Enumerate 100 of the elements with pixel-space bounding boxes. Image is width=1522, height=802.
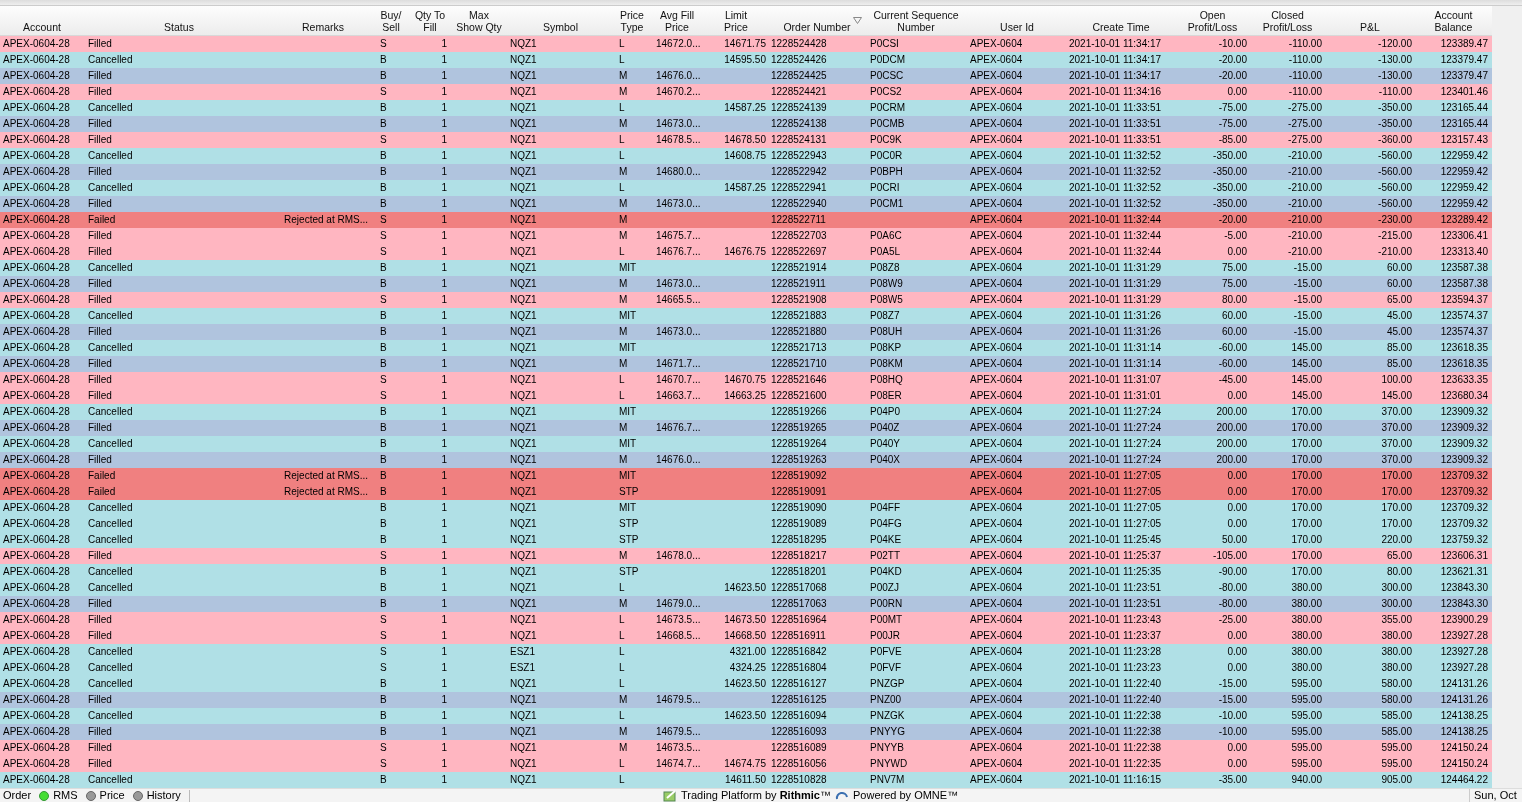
table-cell-text: -210.00 <box>1287 165 1323 179</box>
column-header[interactable]: Account Balance <box>1415 6 1492 35</box>
table-row[interactable]: APEX-0604-28 Cancelled B 1 NQZ1 L 14587.25 1228524139 P0CRM APEX-0604 2021-10-01 11:33:51 -75.00 -275.00 -350.00 123165.44 <box>0 100 1492 116</box>
table-cell-text: 14673.0... <box>655 117 702 131</box>
table-row[interactable]: APEX-0604-28 Cancelled B 1 NQZ1 STP 1228519089 P04FG APEX-0604 2021-10-01 11:27:05 0.00 170.00 170.00 123709.32 <box>0 516 1492 532</box>
table-cell-text: APEX-0604-28 <box>2 645 71 659</box>
table-cell-text: 1 <box>440 661 448 675</box>
table-cell-text: 380.00 <box>1380 629 1413 643</box>
table-row[interactable]: APEX-0604-28 Failed Rejected at RMS... S 1 NQZ1 M 1228522711 APEX-0604 2021-10-01 11:32:44 -20.00 -210.00 -230.00 123289.42 <box>0 212 1492 228</box>
table-row[interactable]: APEX-0604-28 Filled S 1 NQZ1 L 14673.5... 14673.50 1228516964 P00MT APEX-0604 2021-10-01 11:23:43 -25.00 380.00 355.00 123900.29 <box>0 612 1492 628</box>
column-header[interactable]: Create Time <box>1067 6 1175 35</box>
table-row[interactable]: APEX-0604-28 Cancelled B 1 NQZ1 MIT 1228519264 P040Y APEX-0604 2021-10-01 11:27:24 200.00 170.00 370.00 123909.32 <box>0 436 1492 452</box>
table-row[interactable]: APEX-0604-28 Filled B 1 NQZ1 M 14673.0... 1228521880 P08UH APEX-0604 2021-10-01 11:31:26 60.00 -15.00 45.00 123574.37 <box>0 324 1492 340</box>
column-header[interactable]: Symbol <box>508 6 613 35</box>
table-row[interactable]: APEX-0604-28 Filled B 1 NQZ1 M 14676.7... 1228519265 P040Z APEX-0604 2021-10-01 11:27:24 200.00 170.00 370.00 123909.32 <box>0 420 1492 436</box>
table-row[interactable]: APEX-0604-28 Cancelled B 1 NQZ1 L 14623.50 1228516094 PNZGK APEX-0604 2021-10-01 11:22:38 -10.00 595.00 585.00 124138.25 <box>0 708 1492 724</box>
table-cell-text: 14674.75 <box>723 757 767 771</box>
table-cell-text: -120.00 <box>1377 37 1413 51</box>
table-cell-text: APEX-0604 <box>969 437 1024 451</box>
table-row[interactable]: APEX-0604-28 Filled B 1 NQZ1 M 14679.5... 1228516093 PNYYG APEX-0604 2021-10-01 11:22:38 -10.00 595.00 585.00 124138.25 <box>0 724 1492 740</box>
table-cell-text: Cancelled <box>87 261 134 275</box>
table-cell-text: 2021-10-01 11:34:17 <box>1068 53 1163 67</box>
table-row[interactable]: APEX-0604-28 Cancelled B 1 NQZ1 L 14587.25 1228522941 P0CRI APEX-0604 2021-10-01 11:32:52 -350.00 -210.00 -560.00 122959.42 <box>0 180 1492 196</box>
table-row[interactable]: APEX-0604-28 Cancelled B 1 NQZ1 MIT 1228521713 P08KP APEX-0604 2021-10-01 11:31:14 -60.00 145.00 85.00 123618.35 <box>0 340 1492 356</box>
table-row[interactable]: APEX-0604-28 Cancelled B 1 NQZ1 MIT 1228519266 P04P0 APEX-0604 2021-10-01 11:27:24 200.00 170.00 370.00 123909.32 <box>0 404 1492 420</box>
table-row[interactable]: APEX-0604-28 Filled S 1 NQZ1 M 14675.7... 1228522703 P0A6C APEX-0604 2021-10-01 11:32:44 -5.00 -210.00 -215.00 123306.41 <box>0 228 1492 244</box>
table-cell-text: Cancelled <box>87 645 134 659</box>
table-cell-text: NQZ1 <box>509 85 538 99</box>
column-header[interactable]: Qty To Fill <box>410 6 450 35</box>
table-row[interactable]: APEX-0604-28 Cancelled B 1 NQZ1 L 14608.75 1228522943 P0C0R APEX-0604 2021-10-01 11:32:52 -350.00 -210.00 -560.00 122959.42 <box>0 148 1492 164</box>
table-cell-text: L <box>618 581 626 595</box>
column-header[interactable]: Max Show Qty <box>450 6 508 35</box>
table-row[interactable]: APEX-0604-28 Cancelled B 1 NQZ1 L 14595.50 1228524426 P0DCM APEX-0604 2021-10-01 11:34:17 -20.00 -110.00 -130.00 123379.47 <box>0 52 1492 68</box>
table-row[interactable]: APEX-0604-28 Filled S 1 NQZ1 M 14673.5... 1228516089 PNYYB APEX-0604 2021-10-01 11:22:38 0.00 595.00 595.00 124150.24 <box>0 740 1492 756</box>
table-row[interactable]: APEX-0604-28 Filled S 1 NQZ1 L 14672.0... 14671.75 1228524428 P0CSI APEX-0604 2021-10-01 11:34:17 -10.00 -110.00 -120.00 123389.47 <box>0 36 1492 52</box>
table-row[interactable]: APEX-0604-28 Filled S 1 NQZ1 L 14663.7... 14663.25 1228521600 P08ER APEX-0604 2021-10-01 11:31:01 0.00 145.00 145.00 123680.34 <box>0 388 1492 404</box>
table-row[interactable]: APEX-0604-28 Filled S 1 NQZ1 M 14678.0... 1228518217 P02TT APEX-0604 2021-10-01 11:25:37 -105.00 170.00 65.00 123606.31 <box>0 548 1492 564</box>
table-cell-text: S <box>379 645 388 659</box>
table-row[interactable]: APEX-0604-28 Cancelled B 1 NQZ1 L 14611.50 1228510828 PNV7M APEX-0604 2021-10-01 11:16:15 -35.00 940.00 905.00 124464.22 <box>0 772 1492 788</box>
table-cell-text: 123401.46 <box>1439 85 1489 99</box>
table-cell-text: 123909.32 <box>1439 405 1489 419</box>
table-cell-text: 1228519090 <box>770 501 828 515</box>
table-row[interactable]: APEX-0604-28 Cancelled B 1 NQZ1 STP 1228518201 P04KD APEX-0604 2021-10-01 11:25:35 -90.00 170.00 80.00 123621.31 <box>0 564 1492 580</box>
table-row[interactable]: APEX-0604-28 Filled B 1 NQZ1 M 14673.0... 1228521911 P08W9 APEX-0604 2021-10-01 11:31:29 75.00 -15.00 60.00 123587.38 <box>0 276 1492 292</box>
table-cell-text: -20.00 <box>1217 213 1248 227</box>
column-header[interactable]: Account <box>0 6 84 35</box>
table-row[interactable]: APEX-0604-28 Filled B 1 NQZ1 M 14671.7... 1228521710 P08KM APEX-0604 2021-10-01 11:31:14 -60.00 145.00 85.00 123618.35 <box>0 356 1492 372</box>
table-row[interactable]: APEX-0604-28 Cancelled S 1 ESZ1 L 4321.00 1228516842 P0FVE APEX-0604 2021-10-01 11:23:28 0.00 380.00 380.00 123927.28 <box>0 644 1492 660</box>
column-header[interactable]: Current Sequence Number <box>865 6 967 35</box>
column-header[interactable]: Remarks <box>274 6 372 35</box>
table-cell-text: -15.00 <box>1292 325 1323 339</box>
table-cell-text: 2021-10-01 11:32:44 <box>1068 245 1163 259</box>
table-row[interactable]: APEX-0604-28 Cancelled S 1 ESZ1 L 4324.25 1228516804 P0FVF APEX-0604 2021-10-01 11:23:23 0.00 380.00 380.00 123927.28 <box>0 660 1492 676</box>
table-row[interactable]: APEX-0604-28 Filled S 1 NQZ1 M 14670.2... 1228524421 P0CS2 APEX-0604 2021-10-01 11:34:16 0.00 -110.00 -110.00 123401.46 <box>0 84 1492 100</box>
table-cell-text: M <box>618 165 629 179</box>
table-cell-text: APEX-0604-28 <box>2 741 71 755</box>
column-header[interactable]: Price Type <box>613 6 651 35</box>
table-row[interactable]: APEX-0604-28 Filled B 1 NQZ1 M 14679.0... 1228517063 P00RN APEX-0604 2021-10-01 11:23:51 -80.00 380.00 300.00 123843.30 <box>0 596 1492 612</box>
column-header[interactable]: Buy/ Sell <box>372 6 410 35</box>
table-row[interactable]: APEX-0604-28 Filled B 1 NQZ1 M 14676.0... 1228524425 P0CSC APEX-0604 2021-10-01 11:34:17 -20.00 -110.00 -130.00 123379.47 <box>0 68 1492 84</box>
table-row[interactable]: APEX-0604-28 Filled S 1 NQZ1 M 14665.5... 1228521908 P08W5 APEX-0604 2021-10-01 11:31:29 80.00 -15.00 65.00 123594.37 <box>0 292 1492 308</box>
table-cell-text: 2021-10-01 11:23:28 <box>1068 645 1163 659</box>
table-row[interactable]: APEX-0604-28 Cancelled B 1 NQZ1 MIT 1228521883 P08Z7 APEX-0604 2021-10-01 11:31:26 60.00 -15.00 45.00 123574.37 <box>0 308 1492 324</box>
table-row[interactable]: APEX-0604-28 Filled B 1 NQZ1 M 14680.0... 1228522942 P0BPH APEX-0604 2021-10-01 11:32:52 -350.00 -210.00 -560.00 122959.42 <box>0 164 1492 180</box>
table-row[interactable]: APEX-0604-28 Filled S 1 NQZ1 L 14678.5... 14678.50 1228524131 P0C9K APEX-0604 2021-10-01 11:33:51 -85.00 -275.00 -360.00 123157.43 <box>0 132 1492 148</box>
column-header[interactable]: Open Profit/Loss <box>1175 6 1250 35</box>
table-row[interactable]: APEX-0604-28 Cancelled B 1 NQZ1 L 14623.50 1228517068 P00ZJ APEX-0604 2021-10-01 11:23:51 -80.00 380.00 300.00 123843.30 <box>0 580 1492 596</box>
column-header[interactable]: Closed Profit/Loss <box>1250 6 1325 35</box>
table-cell-text: Cancelled <box>87 773 134 787</box>
table-cell-text: APEX-0604 <box>969 69 1024 83</box>
table-row[interactable]: APEX-0604-28 Filled S 1 NQZ1 L 14676.7... 14676.75 1228522697 P0A5L APEX-0604 2021-10-01 11:32:44 0.00 -210.00 -210.00 123313.40 <box>0 244 1492 260</box>
table-cell-text: 2021-10-01 11:27:24 <box>1068 453 1163 467</box>
table-row[interactable]: APEX-0604-28 Failed Rejected at RMS... B 1 NQZ1 STP 1228519091 APEX-0604 2021-10-01 11:27:05 0.00 170.00 170.00 123709.32 <box>0 484 1492 500</box>
table-row[interactable]: APEX-0604-28 Cancelled B 1 NQZ1 MIT 1228521914 P08Z8 APEX-0604 2021-10-01 11:31:29 75.00 -15.00 60.00 123587.38 <box>0 260 1492 276</box>
table-row[interactable]: APEX-0604-28 Filled S 1 NQZ1 L 14670.7... 14670.75 1228521646 P08HQ APEX-0604 2021-10-01 11:31:07 -45.00 145.00 100.00 123633.35 <box>0 372 1492 388</box>
table-row[interactable]: APEX-0604-28 Filled S 1 NQZ1 L 14674.7... 14674.75 1228516056 PNYWD APEX-0604 2021-10-01 11:22:35 0.00 595.00 595.00 124150.24 <box>0 756 1492 772</box>
table-row[interactable]: APEX-0604-28 Failed Rejected at RMS... B 1 NQZ1 MIT 1228519092 APEX-0604 2021-10-01 11:27:05 0.00 170.00 170.00 123709.32 <box>0 468 1492 484</box>
table-cell-text: -85.00 <box>1217 133 1248 147</box>
table-cell-text: B <box>379 421 388 435</box>
table-row[interactable]: APEX-0604-28 Filled B 1 NQZ1 M 14679.5... 1228516125 PNZ00 APEX-0604 2021-10-01 11:22:40 -15.00 595.00 580.00 124131.26 <box>0 692 1492 708</box>
table-cell-text: 2021-10-01 11:32:52 <box>1068 181 1163 195</box>
table-row[interactable]: APEX-0604-28 Filled B 1 NQZ1 M 14676.0... 1228519263 P040X APEX-0604 2021-10-01 11:27:24 200.00 170.00 370.00 123909.32 <box>0 452 1492 468</box>
table-row[interactable]: APEX-0604-28 Cancelled B 1 NQZ1 L 14623.50 1228516127 PNZGP APEX-0604 2021-10-01 11:22:40 -15.00 595.00 580.00 124131.26 <box>0 676 1492 692</box>
table-cell-text: NQZ1 <box>509 357 538 371</box>
column-header[interactable]: User Id <box>967 6 1067 35</box>
table-row[interactable]: APEX-0604-28 Filled B 1 NQZ1 M 14673.0... 1228524138 P0CMB APEX-0604 2021-10-01 11:33:51 -75.00 -275.00 -350.00 123165.44 <box>0 116 1492 132</box>
table-cell-text: 124150.24 <box>1439 757 1489 771</box>
column-header[interactable]: P&L <box>1325 6 1415 35</box>
table-row[interactable]: APEX-0604-28 Cancelled B 1 NQZ1 STP 1228518295 P04KE APEX-0604 2021-10-01 11:25:45 50.00 170.00 220.00 123759.32 <box>0 532 1492 548</box>
table-row[interactable]: APEX-0604-28 Filled B 1 NQZ1 M 14673.0... 1228522940 P0CM1 APEX-0604 2021-10-01 11:32:52 -350.00 -210.00 -560.00 122959.42 <box>0 196 1492 212</box>
table-row[interactable]: APEX-0604-28 Filled S 1 NQZ1 L 14668.5... 14668.50 1228516911 P00JR APEX-0604 2021-10-01 11:23:37 0.00 380.00 380.00 123927.28 <box>0 628 1492 644</box>
column-header[interactable]: Status <box>84 6 274 35</box>
table-cell-text: Filled <box>87 277 113 291</box>
column-header[interactable]: Avg Fill Price <box>651 6 703 35</box>
table-row[interactable]: APEX-0604-28 Cancelled B 1 NQZ1 MIT 1228519090 P04FF APEX-0604 2021-10-01 11:27:05 0.00 170.00 170.00 123709.32 <box>0 500 1492 516</box>
column-header[interactable]: Order Number <box>769 6 865 35</box>
table-cell-text: APEX-0604 <box>969 533 1024 547</box>
table-cell-text: 123379.47 <box>1439 69 1489 83</box>
table-cell-text: 14668.50 <box>723 629 767 643</box>
column-header[interactable]: Limit Price <box>703 6 769 35</box>
